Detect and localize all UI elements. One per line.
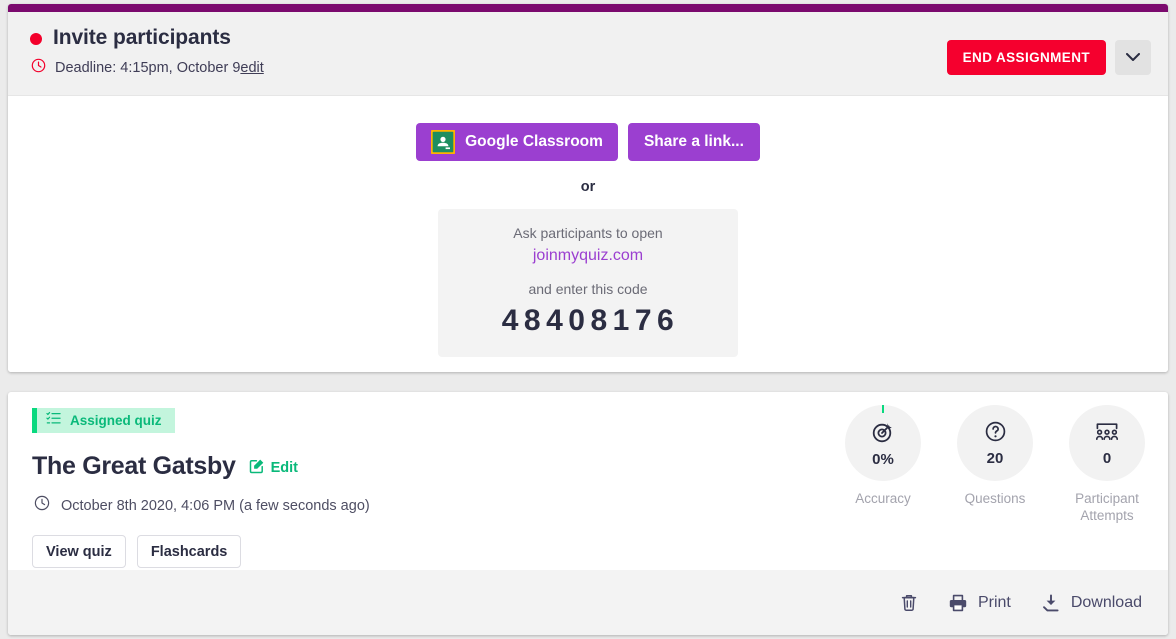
clock-icon	[31, 58, 46, 78]
view-quiz-button[interactable]: View quiz	[32, 535, 126, 568]
page-root: Invite participants Deadline: 4:15pm, Oc…	[0, 0, 1176, 639]
page-title: Invite participants	[53, 26, 231, 49]
pencil-square-icon	[249, 458, 265, 478]
checklist-icon	[46, 411, 61, 430]
status-badge-label: Assigned quiz	[70, 413, 162, 428]
audience-group-icon	[1094, 421, 1120, 448]
join-code-value: 48408176	[501, 304, 680, 337]
stat-questions-circle: 20	[957, 405, 1033, 481]
share-buttons-row: Google Classroom Share a link...	[416, 123, 760, 161]
live-status-dot	[30, 32, 42, 45]
quiz-stats: 0% Accuracy 20 Questions 0 Participant A…	[842, 405, 1148, 525]
stat-accuracy-label: Accuracy	[855, 491, 911, 506]
invite-card-body: Google Classroom Share a link... or Ask …	[8, 96, 1168, 372]
stat-participant-attempts: 0 Participant Attempts	[1066, 405, 1148, 525]
print-button[interactable]: Print	[948, 593, 1011, 613]
download-label: Download	[1070, 593, 1142, 611]
clock-icon	[34, 495, 50, 516]
question-circle-icon	[984, 420, 1007, 448]
printer-icon	[948, 593, 968, 613]
deadline-value: Deadline: 4:15pm, October 9	[55, 60, 241, 76]
quiz-card-footer: Print Download	[8, 570, 1168, 635]
google-classroom-icon	[430, 129, 456, 155]
download-icon	[1041, 593, 1061, 613]
deadline-edit-link[interactable]: edit	[240, 60, 263, 76]
download-button[interactable]: Download	[1041, 593, 1142, 613]
target-accuracy-icon	[871, 420, 895, 449]
quiz-card-main: Assigned quiz The Great Gatsby Edit Octo…	[8, 392, 1168, 570]
stat-accuracy-value: 0%	[872, 450, 894, 468]
invite-card-header: Invite participants Deadline: 4:15pm, Oc…	[8, 12, 1168, 96]
edit-quiz-link[interactable]: Edit	[249, 458, 298, 478]
deadline-text: Deadline: 4:15pm, October 9edit	[55, 60, 264, 76]
flashcards-button[interactable]: Flashcards	[136, 535, 242, 568]
stat-questions: 20 Questions	[954, 405, 1036, 525]
quiz-created-date: October 8th 2020, 4:06 PM (a few seconds…	[61, 497, 370, 514]
chevron-down-icon	[1126, 50, 1140, 65]
google-classroom-label: Google Classroom	[465, 133, 603, 150]
status-badge: Assigned quiz	[32, 408, 175, 433]
assignment-options-dropdown-button[interactable]	[1115, 40, 1151, 75]
join-code-box: Ask participants to open joinmyquiz.com …	[438, 209, 738, 357]
stat-accuracy-circle: 0%	[845, 405, 921, 481]
quiz-actions-row: View quiz Flashcards	[32, 535, 1144, 568]
or-separator-label: or	[580, 179, 596, 195]
join-instruction-open: Ask participants to open	[513, 225, 663, 241]
header-actions: END ASSIGNMENT	[946, 40, 1151, 75]
end-assignment-button[interactable]: END ASSIGNMENT	[946, 40, 1106, 75]
share-a-link-button[interactable]: Share a link...	[627, 123, 760, 161]
assigned-quiz-card: Assigned quiz The Great Gatsby Edit Octo…	[8, 392, 1168, 635]
edit-quiz-label: Edit	[270, 460, 298, 476]
stat-questions-label: Questions	[964, 491, 1026, 506]
stat-accuracy: 0% Accuracy	[842, 405, 924, 525]
print-label: Print	[977, 593, 1011, 611]
stat-questions-value: 20	[986, 450, 1004, 467]
stat-participants-label: Participant Attempts	[1075, 491, 1139, 524]
google-classroom-button[interactable]: Google Classroom	[416, 123, 618, 161]
delete-quiz-button[interactable]	[900, 593, 918, 612]
trash-icon	[900, 593, 918, 612]
join-instruction-code: and enter this code	[528, 281, 648, 297]
stat-participants-circle: 0	[1069, 405, 1145, 481]
quiz-title: The Great Gatsby	[32, 452, 236, 480]
join-url-link[interactable]: joinmyquiz.com	[438, 247, 738, 265]
stat-participants-value: 0	[1102, 449, 1112, 467]
invite-participants-card: Invite participants Deadline: 4:15pm, Oc…	[8, 4, 1168, 372]
card-accent-bar	[8, 4, 1168, 12]
